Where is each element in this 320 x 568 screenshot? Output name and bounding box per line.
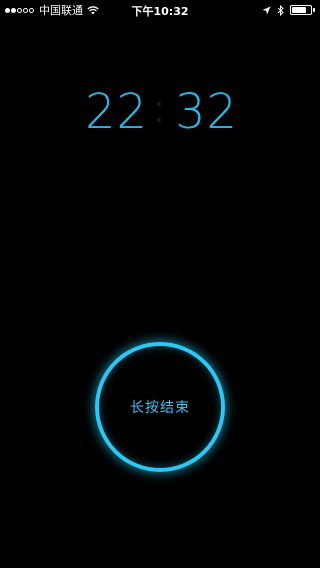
- status-bar: 中国联通 下午10:32: [0, 0, 320, 20]
- battery-icon: [290, 5, 315, 15]
- clock-hours: 22: [85, 84, 149, 140]
- long-press-stop-button[interactable]: 长按结束: [95, 342, 225, 472]
- location-arrow-icon: [262, 6, 271, 15]
- stop-button-label: 长按结束: [130, 400, 190, 416]
- bluetooth-icon: [277, 4, 284, 16]
- status-right: [256, 3, 315, 17]
- clock-separator: [157, 102, 161, 126]
- clock-display: 22 32: [0, 84, 320, 144]
- clock-minutes: 32: [175, 84, 239, 140]
